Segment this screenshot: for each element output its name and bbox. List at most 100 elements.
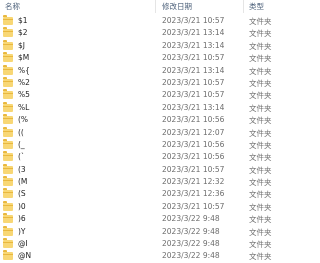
file-row[interactable]: @N 2023/3/22 9:48 文件夹	[0, 250, 277, 262]
folder-icon	[3, 188, 13, 199]
file-name: (M	[18, 177, 28, 187]
file-date: 2023/3/22 9:48	[162, 239, 220, 249]
file-row[interactable]: %5 2023/3/21 10:57 文件夹	[0, 89, 277, 101]
file-type: 文件夹	[249, 215, 272, 225]
file-row[interactable]: (_ 2023/3/21 10:56 文件夹	[0, 138, 277, 151]
folder-icon	[3, 39, 13, 50]
file-type: 文件夹	[249, 140, 272, 150]
file-date: 2023/3/21 10:57	[162, 90, 225, 100]
file-row[interactable]: $M 2023/3/21 10:57 文件夹	[0, 52, 277, 64]
folder-icon	[3, 27, 13, 38]
file-name: $2	[18, 28, 28, 38]
column-header-type[interactable]: 类型	[249, 1, 264, 12]
file-date: 2023/3/21 10:57	[162, 164, 225, 174]
file-type: 文件夹	[249, 190, 272, 200]
file-type: 文件夹	[249, 153, 272, 163]
file-name: %5	[18, 90, 30, 100]
file-date: 2023/3/21 10:56	[162, 152, 225, 162]
file-row[interactable]: %L 2023/3/21 13:14 文件夹	[0, 101, 277, 114]
file-name: )0	[18, 201, 26, 211]
column-header-bar: 名称 修改日期 类型	[0, 0, 277, 13]
file-type: 文件夹	[249, 165, 272, 175]
file-row[interactable]: (( 2023/3/21 12:07 文件夹	[0, 126, 277, 139]
folder-icon	[3, 76, 13, 87]
file-name: %{	[18, 65, 30, 75]
file-type: 文件夹	[249, 178, 272, 188]
file-name: %2	[18, 77, 30, 87]
folder-icon	[3, 89, 13, 100]
folder-icon	[3, 176, 13, 187]
file-date: 2023/3/22 9:48	[162, 251, 220, 261]
file-date: 2023/3/21 10:56	[162, 139, 225, 149]
folder-icon	[3, 200, 13, 211]
file-row[interactable]: (M 2023/3/21 12:32 文件夹	[0, 176, 277, 188]
folder-icon	[3, 238, 13, 249]
file-type: 文件夹	[249, 54, 272, 64]
file-name: @N	[18, 251, 32, 261]
file-type: 文件夹	[249, 78, 272, 88]
file-row[interactable]: (3 2023/3/21 10:57 文件夹	[0, 163, 277, 176]
file-type: 文件夹	[249, 240, 272, 250]
column-header-date[interactable]: 修改日期	[162, 1, 192, 12]
file-name: )Y	[18, 226, 26, 236]
folder-icon	[3, 101, 13, 112]
file-name: (3	[18, 164, 26, 174]
file-type: 文件夹	[249, 17, 272, 26]
file-row[interactable]: )Y 2023/3/22 9:48 文件夹	[0, 225, 277, 238]
file-date: 2023/3/21 12:07	[162, 127, 225, 137]
file-date: 2023/3/21 13:14	[162, 28, 225, 38]
file-row[interactable]: (S 2023/3/21 12:36 文件夹	[0, 188, 277, 200]
folder-icon	[3, 126, 13, 137]
file-date: 2023/3/21 10:56	[162, 115, 225, 125]
column-divider[interactable]	[243, 0, 244, 13]
column-header-name[interactable]: 名称	[5, 1, 20, 12]
file-row[interactable]: $1 2023/3/21 10:57 文件夹	[0, 15, 277, 27]
file-row[interactable]: (` 2023/3/21 10:56 文件夹	[0, 151, 277, 163]
file-type: 文件夹	[249, 252, 272, 262]
file-name: $1	[18, 16, 28, 25]
file-date: 2023/3/21 10:57	[162, 16, 225, 25]
file-name: @I	[18, 239, 28, 249]
folder-icon	[3, 64, 13, 75]
file-row[interactable]: $2 2023/3/21 13:14 文件夹	[0, 27, 277, 39]
file-name: )6	[18, 214, 26, 224]
file-row[interactable]: @I 2023/3/22 9:48 文件夹	[0, 238, 277, 250]
file-list: $1 2023/3/21 10:57 文件夹 $2 2023/3/21 13:14 文件夹…	[0, 15, 277, 263]
folder-icon	[3, 52, 13, 63]
column-divider[interactable]	[155, 0, 156, 13]
file-name: ((	[18, 127, 24, 137]
file-row[interactable]: (% 2023/3/21 10:56 文件夹	[0, 114, 277, 126]
file-date: 2023/3/22 9:48	[162, 226, 220, 236]
folder-icon	[3, 151, 13, 162]
file-type: 文件夹	[249, 202, 272, 212]
file-row[interactable]: %2 2023/3/21 10:57 文件夹	[0, 76, 277, 89]
folder-icon	[3, 225, 13, 236]
file-type: 文件夹	[249, 91, 272, 101]
file-date: 2023/3/22 9:48	[162, 214, 220, 224]
file-date: 2023/3/21 10:57	[162, 201, 225, 211]
file-type: 文件夹	[249, 66, 272, 76]
file-date: 2023/3/21 10:57	[162, 77, 225, 87]
file-type: 文件夹	[249, 128, 272, 138]
file-name: $M	[18, 53, 30, 63]
file-name: (_	[18, 139, 25, 149]
folder-icon	[3, 15, 13, 25]
file-row[interactable]: $J 2023/3/21 13:14 文件夹	[0, 39, 277, 52]
file-date: 2023/3/21 12:32	[162, 177, 225, 187]
file-type: 文件夹	[249, 41, 272, 51]
file-row[interactable]: )0 2023/3/21 10:57 文件夹	[0, 200, 277, 213]
file-date: 2023/3/21 12:36	[162, 189, 225, 199]
file-type: 文件夹	[249, 116, 272, 126]
file-date: 2023/3/21 13:14	[162, 40, 225, 50]
file-type: 文件夹	[249, 227, 272, 237]
file-date: 2023/3/21 13:14	[162, 65, 225, 75]
file-date: 2023/3/21 10:57	[162, 53, 225, 63]
file-type: 文件夹	[249, 103, 272, 113]
file-row[interactable]: )6 2023/3/22 9:48 文件夹	[0, 213, 277, 225]
folder-icon	[3, 250, 13, 261]
file-date: 2023/3/21 13:14	[162, 102, 225, 112]
file-row[interactable]: %{ 2023/3/21 13:14 文件夹	[0, 64, 277, 77]
folder-icon	[3, 138, 13, 149]
file-name: $J	[18, 40, 25, 50]
folder-icon	[3, 114, 13, 125]
